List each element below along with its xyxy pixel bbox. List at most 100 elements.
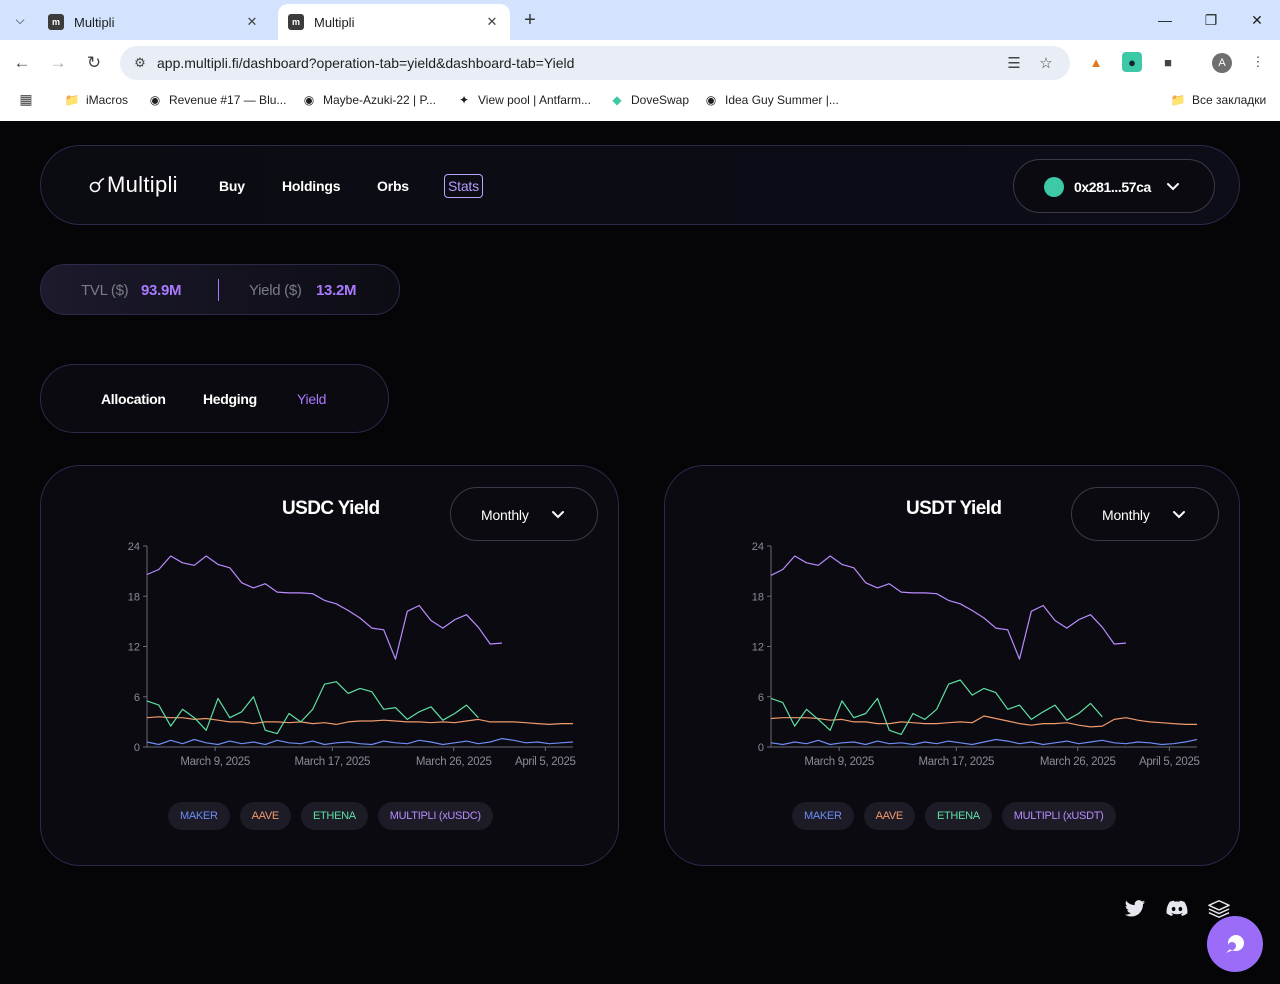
legend-aave[interactable]: AAVE bbox=[239, 802, 291, 830]
y-tick-label: 12 bbox=[128, 642, 140, 654]
site-icon: ◉ bbox=[149, 93, 161, 107]
folder-icon: 📁 bbox=[1170, 93, 1186, 107]
series-line-maker bbox=[770, 738, 1198, 746]
extensions-puzzle-icon[interactable]: ■ bbox=[1158, 52, 1178, 72]
bookmark-maybe-azuki[interactable]: ◉ Maybe-Azuki-22 | P... bbox=[301, 91, 436, 109]
x-tick-label: March 17, 2025 bbox=[918, 756, 994, 768]
period-label: Monthly bbox=[481, 507, 529, 523]
dashboard-page: Multipli Buy Holdings Orbs Stats 0x281..… bbox=[0, 121, 1280, 984]
folder-icon: 📁 bbox=[64, 93, 80, 107]
legend-ethena[interactable]: ETHENA bbox=[924, 802, 992, 830]
chevron-down-icon bbox=[1167, 183, 1179, 191]
bookmark-view-pool[interactable]: ✦ View pool | Antfarm... bbox=[456, 91, 591, 109]
usdc-yield-card: USDC Yield Monthly 0 6 12 18 24 March 9, 2025… bbox=[40, 465, 619, 866]
address-bar[interactable]: ⚙ app.multipli.fi/dashboard?operation-ta… bbox=[120, 46, 1070, 80]
chart-title: USDC Yield bbox=[282, 498, 380, 519]
series-line-multipli bbox=[146, 555, 503, 660]
chat-icon bbox=[1226, 935, 1244, 953]
legend-multipli[interactable]: MULTIPLI (xUSDC) bbox=[377, 802, 493, 830]
chevron-down-icon bbox=[1173, 511, 1185, 519]
close-tab-icon[interactable]: ✕ bbox=[484, 14, 500, 30]
legend-ethena[interactable]: ETHENA bbox=[300, 802, 368, 830]
browser-tab-1[interactable]: m Multipli ✕ bbox=[38, 4, 270, 40]
legend-maker[interactable]: MAKER bbox=[168, 802, 230, 830]
site-icon: ✦ bbox=[458, 93, 470, 107]
bookmark-label: View pool | Antfarm... bbox=[478, 93, 591, 107]
series-line-multipli bbox=[770, 555, 1127, 660]
tab-title: Multipli bbox=[74, 14, 115, 30]
nav-holdings[interactable]: Holdings bbox=[282, 178, 340, 194]
yield-label: Yield ($) bbox=[249, 282, 302, 299]
nav-orbs[interactable]: Orbs bbox=[377, 178, 409, 194]
chart-title: USDT Yield bbox=[906, 498, 1002, 519]
reload-icon[interactable]: ↻ bbox=[81, 50, 107, 76]
nav-buy[interactable]: Buy bbox=[219, 178, 245, 194]
multipli-logo[interactable]: Multipli bbox=[89, 170, 178, 200]
bookmark-star-icon[interactable]: ☆ bbox=[1036, 54, 1056, 72]
series-line-maker bbox=[146, 738, 574, 746]
forward-icon[interactable]: → bbox=[45, 50, 71, 76]
protocol-stats: TVL ($) 93.9M Yield ($) 13.2M bbox=[40, 264, 400, 315]
bookmark-revenue[interactable]: ◉ Revenue #17 — Blu... bbox=[147, 91, 287, 109]
legend-aave[interactable]: AAVE bbox=[863, 802, 915, 830]
url-text[interactable]: app.multipli.fi/dashboard?operation-tab=… bbox=[157, 55, 574, 71]
new-tab-icon[interactable]: + bbox=[518, 8, 542, 32]
bookmark-doveswap[interactable]: ◆ DoveSwap bbox=[609, 91, 689, 109]
translate-icon[interactable]: ☰ bbox=[1004, 54, 1024, 72]
legend-multipli[interactable]: MULTIPLI (xUSDT) bbox=[1001, 802, 1116, 830]
close-window-icon[interactable]: ✕ bbox=[1242, 6, 1272, 34]
site-settings-icon[interactable]: ⚙ bbox=[132, 55, 148, 71]
multipli-favicon-icon: m bbox=[288, 14, 304, 30]
legend-maker[interactable]: MAKER bbox=[792, 802, 854, 830]
browser-tab-2[interactable]: m Multipli ✕ bbox=[278, 4, 510, 40]
bookmark-imacros[interactable]: 📁 iMacros bbox=[64, 91, 129, 109]
y-tick-label: 18 bbox=[752, 591, 764, 603]
usdc-yield-chart: 0 6 12 18 24 March 9, 2025 March 17, 2025 March… bbox=[128, 541, 576, 768]
operation-tabs: Allocation Hedging Yield bbox=[40, 364, 389, 433]
logo-text: Multipli bbox=[107, 172, 178, 197]
browser-chrome: ⌵ m Multipli ✕ m Multipli ✕ + — ❐ ✕ ← → … bbox=[0, 0, 1280, 121]
all-bookmarks[interactable]: 📁 Все закладки bbox=[1170, 91, 1267, 109]
back-icon[interactable]: ← bbox=[9, 50, 35, 76]
y-tick-label: 24 bbox=[752, 541, 764, 553]
chart-legend: MAKER AAVE ETHENA MULTIPLI (xUSDT) bbox=[792, 802, 1116, 830]
twitter-icon[interactable] bbox=[1124, 899, 1146, 919]
discord-icon[interactable] bbox=[1166, 899, 1188, 919]
site-icon: ◆ bbox=[612, 93, 622, 107]
bookmark-idea-guy[interactable]: ◉ Idea Guy Summer |... bbox=[703, 91, 839, 109]
metamask-extension-icon[interactable]: ▲ bbox=[1086, 52, 1106, 72]
x-tick-label: March 17, 2025 bbox=[294, 756, 370, 768]
restore-icon[interactable]: ❐ bbox=[1196, 6, 1226, 34]
tab-strip: ⌵ m Multipli ✕ m Multipli ✕ + — ❐ ✕ bbox=[0, 0, 1280, 40]
bookmark-label: Idea Guy Summer |... bbox=[725, 93, 839, 107]
tab-search-icon[interactable]: ⌵ bbox=[8, 8, 32, 32]
bookmarks-bar: ▦ 📁 iMacros ◉ Revenue #17 — Blu... ◉ May… bbox=[0, 86, 1280, 114]
bookmark-label: Revenue #17 — Blu... bbox=[169, 93, 287, 107]
bookmark-label: Все закладки bbox=[1192, 93, 1267, 107]
x-tick-label: March 26, 2025 bbox=[1040, 756, 1116, 768]
tab-yield[interactable]: Yield bbox=[297, 391, 326, 407]
profile-avatar[interactable]: A bbox=[1212, 53, 1232, 73]
extension-icon[interactable]: ● bbox=[1122, 52, 1142, 72]
nav-stats[interactable]: Stats bbox=[444, 174, 483, 198]
minimize-icon[interactable]: — bbox=[1150, 6, 1180, 34]
wallet-address: 0x281...57ca bbox=[1074, 179, 1151, 195]
site-icon: ◉ bbox=[705, 93, 717, 107]
tab-allocation[interactable]: Allocation bbox=[101, 391, 166, 407]
y-tick-label: 0 bbox=[758, 742, 764, 754]
multipli-logo-icon bbox=[89, 178, 105, 193]
y-tick-label: 18 bbox=[128, 591, 140, 603]
support-chat-button[interactable] bbox=[1207, 916, 1263, 972]
tab-hedging[interactable]: Hedging bbox=[203, 391, 257, 407]
y-tick-label: 6 bbox=[758, 692, 764, 704]
x-tick-label: March 9, 2025 bbox=[180, 756, 250, 768]
stats-divider bbox=[218, 279, 219, 301]
wallet-button[interactable]: 0x281...57ca bbox=[1013, 159, 1215, 213]
bookmark-label: DoveSwap bbox=[631, 93, 690, 107]
browser-menu-icon[interactable]: ⋮ bbox=[1248, 52, 1268, 72]
apps-grid-icon[interactable]: ▦ bbox=[18, 91, 34, 107]
chart-legend: MAKER AAVE ETHENA MULTIPLI (xUSDC) bbox=[168, 802, 493, 830]
series-line-ethena bbox=[146, 681, 479, 735]
close-tab-icon[interactable]: ✕ bbox=[244, 14, 260, 30]
series-line-ethena bbox=[770, 679, 1103, 735]
